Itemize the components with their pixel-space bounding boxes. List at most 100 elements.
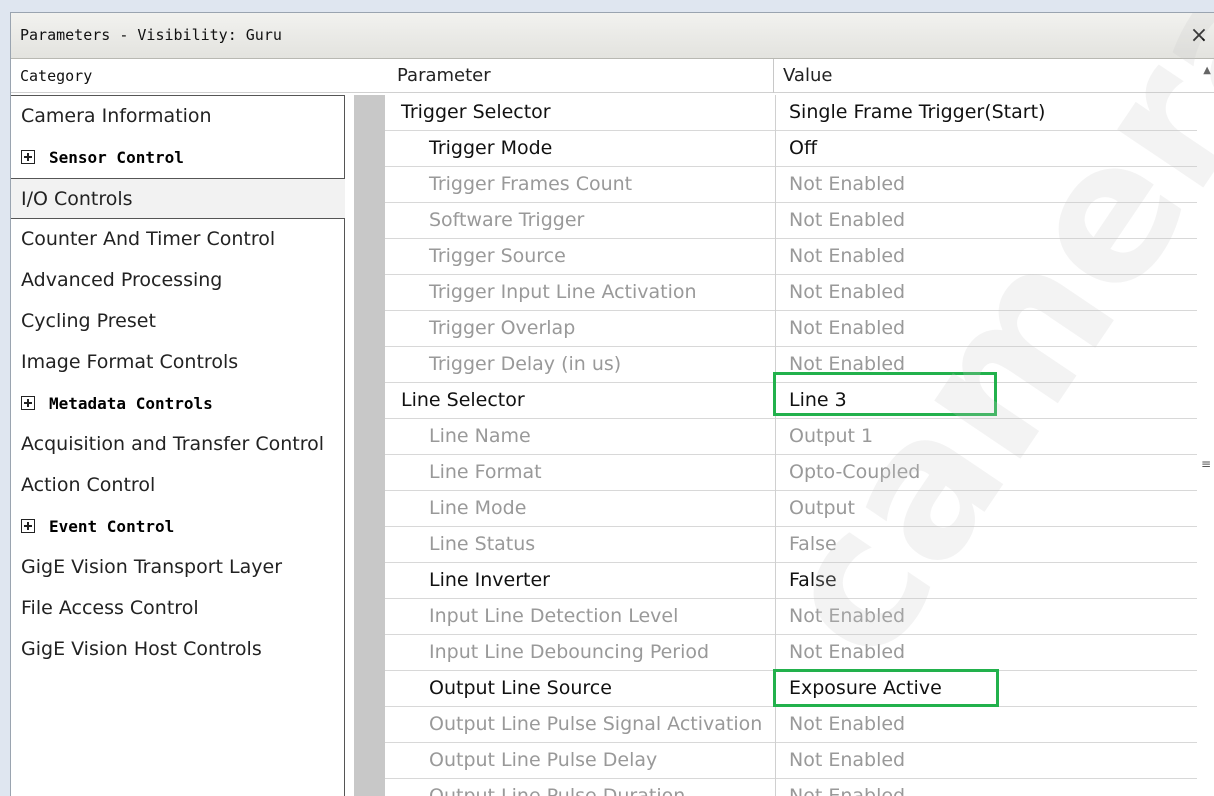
category-item[interactable]: Metadata Controls — [11, 383, 344, 424]
window-frame-top — [0, 0, 1214, 12]
category-item[interactable]: Event Control — [11, 506, 344, 547]
parameter-name: Line Mode — [429, 497, 527, 519]
window-frame-left — [0, 0, 10, 796]
parameter-value[interactable]: Off — [789, 137, 817, 159]
parameter-name: Trigger Input Line Activation — [429, 281, 697, 303]
column-divider — [775, 95, 776, 131]
column-divider — [775, 743, 776, 779]
parameter-row[interactable]: Output Line Pulse Signal Activation Not E… — [385, 707, 1197, 743]
parameter-row[interactable]: Line Name Output 1 — [385, 419, 1197, 455]
parameter-name: Trigger Selector — [401, 101, 551, 123]
parameter-row[interactable]: Output Line Source Exposure Active — [385, 671, 1197, 707]
parameter-value: False — [789, 533, 837, 555]
parameter-value: Not Enabled — [789, 353, 906, 375]
category-item-label: Metadata Controls — [49, 394, 213, 413]
category-item-label: GigE Vision Host Controls — [21, 638, 262, 660]
parameter-row[interactable]: Input Line Detection Level Not Enabled — [385, 599, 1197, 635]
close-icon[interactable]: × — [1188, 24, 1210, 48]
column-divider — [775, 311, 776, 347]
parameter-name: Line Format — [429, 461, 542, 483]
parameter-name: Trigger Overlap — [429, 317, 576, 339]
column-divider — [775, 671, 776, 707]
parameter-name: Trigger Delay (in us) — [429, 353, 622, 375]
column-divider — [775, 707, 776, 743]
parameter-row[interactable]: Line Status False — [385, 527, 1197, 563]
expand-plus-icon[interactable] — [21, 396, 35, 410]
category-item[interactable]: Sensor Control — [11, 137, 344, 178]
category-item-label: Action Control — [21, 474, 156, 496]
parameter-row[interactable]: Trigger Overlap Not Enabled — [385, 311, 1197, 347]
parameter-row[interactable]: Trigger Input Line Activation Not Enabled — [385, 275, 1197, 311]
value-column-header[interactable]: Value — [783, 65, 832, 86]
parameter-row[interactable]: Software Trigger Not Enabled — [385, 203, 1197, 239]
parameter-value: Not Enabled — [789, 209, 906, 231]
category-item[interactable]: Advanced Processing — [11, 260, 344, 301]
parameter-row[interactable]: Input Line Debouncing Period Not Enabled — [385, 635, 1197, 671]
category-item-label: File Access Control — [21, 597, 199, 619]
category-item[interactable]: File Access Control — [11, 588, 344, 629]
column-divider — [775, 275, 776, 311]
parameter-row[interactable]: Line Mode Output — [385, 491, 1197, 527]
column-divider — [775, 563, 776, 599]
parameter-value: Not Enabled — [789, 749, 906, 771]
column-divider — [775, 239, 776, 275]
parameter-value: Not Enabled — [789, 281, 906, 303]
category-item[interactable]: Image Format Controls — [11, 342, 344, 383]
parameter-name: Output Line Pulse Duration — [429, 785, 686, 796]
parameter-row[interactable]: Trigger Selector Single Frame Trigger(Sta… — [385, 95, 1197, 131]
parameter-row[interactable]: Trigger Delay (in us) Not Enabled — [385, 347, 1197, 383]
parameter-name: Trigger Source — [429, 245, 566, 267]
category-item[interactable]: Counter And Timer Control — [11, 219, 344, 260]
column-divider — [775, 131, 776, 167]
column-divider — [775, 203, 776, 239]
parameter-row[interactable]: Trigger Source Not Enabled — [385, 239, 1197, 275]
parameter-value: Not Enabled — [789, 173, 906, 195]
category-item[interactable]: GigE Vision Transport Layer — [11, 547, 344, 588]
parameter-row[interactable]: Output Line Pulse Duration Not Enabled — [385, 779, 1197, 796]
column-divider — [775, 167, 776, 203]
expand-plus-icon[interactable] — [21, 150, 35, 164]
parameter-row[interactable]: Line Format Opto-Coupled — [385, 455, 1197, 491]
category-item[interactable]: Acquisition and Transfer Control — [11, 424, 344, 465]
parameter-name: Input Line Debouncing Period — [429, 641, 710, 663]
parameter-name: Trigger Frames Count — [429, 173, 633, 195]
parameter-column-header[interactable]: Parameter — [397, 65, 491, 86]
parameter-value: Output — [789, 497, 855, 519]
category-item-label: Acquisition and Transfer Control — [21, 433, 325, 455]
parameter-name: Line Name — [429, 425, 531, 447]
parameter-name: Output Line Pulse Signal Activation — [429, 713, 763, 735]
category-list: Camera Information Sensor Control I/O Cont… — [11, 95, 345, 796]
parameter-tree-gutter — [354, 95, 385, 796]
column-divider — [775, 419, 776, 455]
column-divider — [775, 383, 776, 419]
parameter-row[interactable]: Trigger Frames Count Not Enabled — [385, 167, 1197, 203]
column-divider — [775, 635, 776, 671]
scroll-up-arrow-icon[interactable]: ▲ — [1203, 65, 1211, 76]
category-column-header[interactable]: Category — [20, 67, 92, 85]
category-item[interactable]: Camera Information — [11, 96, 344, 137]
parameter-name: Line Inverter — [429, 569, 550, 591]
column-divider — [775, 491, 776, 527]
parameter-value[interactable]: Single Frame Trigger(Start) — [789, 101, 1045, 123]
parameter-value[interactable]: False — [789, 569, 837, 591]
parameter-value[interactable]: Line 3 — [789, 389, 847, 411]
vertical-scrollbar[interactable]: ≡ — [1197, 95, 1214, 796]
category-item[interactable]: Action Control — [11, 465, 344, 506]
parameter-row[interactable]: Output Line Pulse Delay Not Enabled — [385, 743, 1197, 779]
parameter-row[interactable]: Trigger Mode Off — [385, 131, 1197, 167]
expand-plus-icon[interactable] — [21, 519, 35, 533]
category-item[interactable]: I/O Controls — [11, 178, 345, 219]
scrollbar-grip-icon[interactable]: ≡ — [1201, 458, 1211, 470]
parameter-row[interactable]: Line Inverter False — [385, 563, 1197, 599]
parameter-row[interactable]: Line Selector Line 3 — [385, 383, 1197, 419]
window-title: Parameters - Visibility: Guru — [20, 26, 282, 44]
category-item-label: Camera Information — [21, 105, 212, 127]
column-divider — [775, 779, 776, 796]
category-item[interactable]: GigE Vision Host Controls — [11, 629, 344, 670]
title-bar[interactable]: Parameters - Visibility: Guru × — [11, 13, 1214, 59]
parameter-name: Line Selector — [401, 389, 525, 411]
column-divider[interactable] — [773, 59, 774, 93]
category-item[interactable]: Cycling Preset — [11, 301, 344, 342]
parameter-value[interactable]: Exposure Active — [789, 677, 942, 699]
parameter-value: Not Enabled — [789, 605, 906, 627]
